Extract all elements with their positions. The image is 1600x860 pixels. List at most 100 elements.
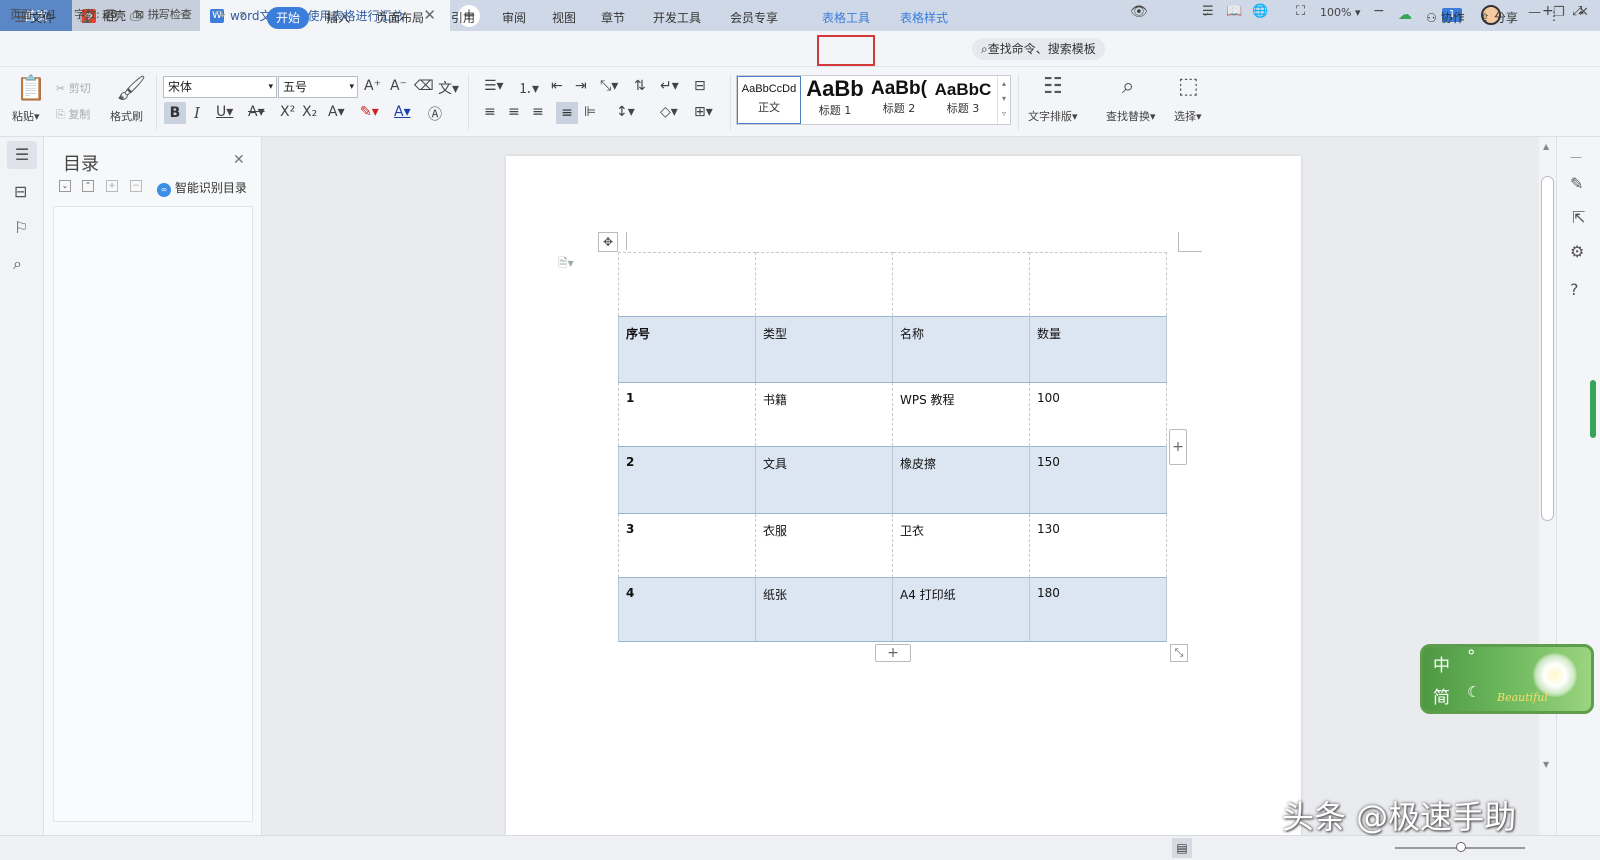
style-heading-3[interactable]: AaBbC 标题 3 — [931, 76, 995, 124]
fit-page-icon[interactable]: ⛶ — [1296, 4, 1305, 19]
table-cell[interactable] — [1029, 252, 1167, 317]
minimize-icon[interactable]: — — [1528, 5, 1541, 20]
style-gallery-scroll[interactable]: ▴ ▾ ▿ — [997, 76, 1010, 124]
justify-icon[interactable]: ≡ — [556, 102, 578, 124]
tab-table-style[interactable]: 表格样式 — [900, 9, 948, 26]
bold-icon[interactable]: B — [164, 102, 186, 124]
customize-toolbar-icon[interactable]: ▿ — [240, 8, 246, 21]
tab-page-layout[interactable]: 页面布局 — [376, 9, 424, 26]
share-button[interactable]: ⇪ 分享 — [1480, 9, 1518, 26]
table-cell[interactable]: 1 — [618, 382, 756, 447]
table-cell[interactable]: 文具 — [755, 446, 893, 514]
cut-button[interactable]: ✂ 剪切 — [56, 80, 91, 96]
search-panel-icon[interactable]: ⌕ — [13, 254, 22, 274]
highlight-color-icon[interactable]: ✎▾ — [360, 104, 379, 120]
tab-member[interactable]: 会员专享 — [730, 9, 778, 26]
scrollbar-thumb[interactable] — [1541, 176, 1554, 521]
show-marks-icon[interactable]: ↵▾ — [660, 78, 679, 94]
style-normal[interactable]: AaBbCcDd 正文 — [737, 76, 801, 124]
help-icon[interactable]: ? — [1570, 280, 1579, 299]
find-replace-button[interactable]: 查找替换▾ — [1106, 108, 1156, 124]
smart-toc-button[interactable]: ∞ 智能识别目录 — [157, 179, 247, 197]
scroll-down-icon[interactable]: ▼ — [1543, 760, 1549, 769]
toc-panel-icon[interactable]: ☰ — [7, 141, 37, 169]
table-cell[interactable]: 2 — [618, 446, 756, 514]
select-icon[interactable]: ⬚ — [1178, 74, 1199, 99]
italic-icon[interactable]: I — [194, 104, 200, 122]
find-replace-icon[interactable]: ⌕ — [1122, 74, 1134, 99]
borders-icon[interactable]: ⊞▾ — [694, 104, 713, 120]
add-column-icon[interactable]: + — [1169, 429, 1187, 465]
table-cell[interactable] — [892, 252, 1030, 317]
tab-table-tools[interactable]: 表格工具 — [822, 9, 870, 26]
tab-review[interactable]: 审阅 — [502, 9, 526, 26]
web-view-icon[interactable]: 🌐 — [1252, 4, 1268, 19]
moon-icon[interactable]: ☾ — [1467, 683, 1480, 701]
outline-view-icon[interactable]: ☰ — [1202, 4, 1214, 19]
close-icon[interactable]: ✕ — [233, 152, 245, 168]
align-right-icon[interactable]: ≡ — [532, 104, 544, 120]
resize-table-icon[interactable]: ⤡ — [1170, 644, 1188, 662]
text-layout-icon[interactable]: ☷ — [1043, 74, 1063, 99]
table-header-cell[interactable]: 序号 — [618, 316, 756, 383]
page-view-icon[interactable]: ▤ — [1172, 838, 1192, 858]
numbered-list-icon[interactable]: ⒈▾ — [518, 78, 539, 98]
ime-toolbar[interactable]: 中 ° 简 ☾ Beautiful — [1420, 644, 1594, 714]
settings-icon[interactable]: ⚙ — [1570, 242, 1584, 261]
style-heading-1[interactable]: AaBb 标题 1 — [803, 76, 867, 124]
word-count[interactable]: 字数: 36 — [74, 6, 117, 22]
expand-all-icon[interactable]: ⌄ — [59, 180, 71, 192]
table-cell[interactable]: 3 — [618, 513, 756, 578]
tab-view[interactable]: 视图 — [552, 9, 576, 26]
table-move-handle-icon[interactable]: ✥ — [598, 232, 618, 252]
table-cell[interactable] — [755, 252, 893, 317]
table-cell[interactable]: 130 — [1029, 513, 1167, 578]
add-row-icon[interactable]: + — [875, 644, 911, 662]
font-size-select[interactable]: 五号 ▾ — [278, 76, 358, 98]
format-painter-icon[interactable]: 🖌 — [116, 74, 146, 102]
scroll-up-icon[interactable]: ▲ — [1543, 142, 1549, 151]
bookmark-icon[interactable]: ⚐ — [14, 218, 28, 237]
text-layout-button[interactable]: 文字排版▾ — [1028, 108, 1078, 124]
font-color-icon[interactable]: A▾ — [394, 104, 411, 120]
reading-view-icon[interactable]: 📖 — [1226, 4, 1242, 19]
table-cell[interactable]: 4 — [618, 577, 756, 642]
command-search[interactable]: ⌕查找命令、搜索模板 — [972, 38, 1105, 60]
paste-icon[interactable]: 📋 — [16, 74, 46, 102]
zoom-select[interactable]: 100% ▾ — [1320, 6, 1360, 19]
tab-start[interactable]: 开始 — [267, 7, 310, 29]
table-cell[interactable]: 橡皮擦 — [892, 446, 1030, 514]
shrink-font-icon[interactable]: A⁻ — [390, 78, 407, 94]
sort-icon[interactable]: ⇅ — [634, 78, 646, 94]
side-handle[interactable] — [1590, 380, 1596, 438]
select-button[interactable]: 选择▾ — [1174, 108, 1202, 124]
superscript-icon[interactable]: X² — [280, 104, 295, 120]
zoom-out-icon[interactable]: − — [1373, 3, 1385, 19]
tab-chapter[interactable]: 章节 — [601, 9, 625, 26]
clear-format-icon[interactable]: ⌫ — [414, 78, 434, 94]
table-cell[interactable]: 150 — [1029, 446, 1167, 514]
navigation-icon[interactable]: ⊟ — [14, 182, 27, 201]
zoom-slider-thumb[interactable] — [1456, 842, 1466, 852]
collapse-all-icon[interactable]: ⌃ — [82, 180, 94, 192]
spell-check-button[interactable]: ⊠ 拼写检查 — [135, 6, 192, 22]
ime-simplified-mode[interactable]: 简 — [1433, 683, 1450, 708]
font-name-select[interactable]: 宋体 ▾ — [163, 76, 277, 98]
table-grid-icon[interactable]: ⊟ — [694, 78, 706, 94]
collaborate-button[interactable]: ⚇ 协作 — [1426, 9, 1465, 26]
copy-button[interactable]: ⎘ 复制 — [56, 106, 90, 122]
char-border-icon[interactable]: Ⓐ — [428, 104, 442, 124]
table-cell[interactable]: 100 — [1029, 382, 1167, 447]
subscript-icon[interactable]: X₂ — [302, 104, 317, 120]
close-tab-icon[interactable]: ✕ — [423, 6, 436, 24]
strikethrough-icon[interactable]: A▾ — [248, 104, 265, 120]
data-table[interactable]: 序号 类型 名称 数量 1 书籍 WPS 教程 100 2 文具 橡皮擦 150… — [618, 252, 1167, 642]
table-header-cell[interactable]: 名称 — [892, 316, 1030, 383]
ime-chinese-mode[interactable]: 中 — [1433, 651, 1450, 676]
shading-icon[interactable]: ◇▾ — [660, 104, 678, 120]
table-cell[interactable]: 书籍 — [755, 382, 893, 447]
table-cell[interactable]: 180 — [1029, 577, 1167, 642]
zoom-in-icon[interactable]: + — [1542, 3, 1554, 19]
align-left-icon[interactable]: ≡ — [484, 104, 496, 120]
eye-protection-icon[interactable]: 👁 — [1130, 4, 1148, 20]
